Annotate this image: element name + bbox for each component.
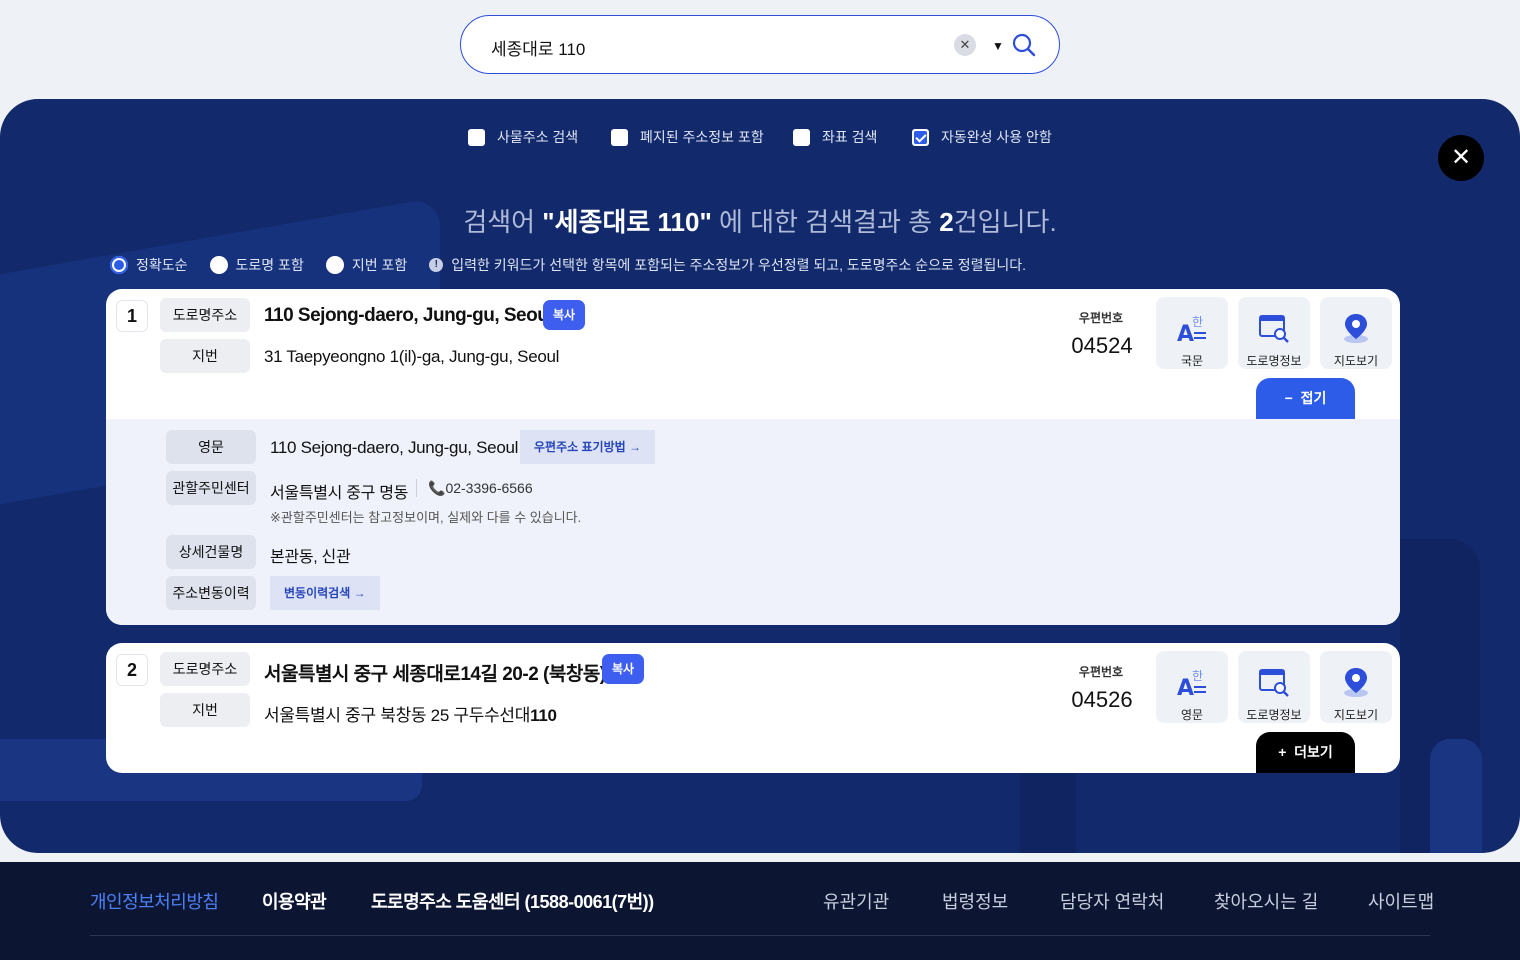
background-decoration bbox=[1430, 739, 1482, 853]
road-address-tag: 도로명주소 bbox=[160, 652, 250, 686]
road-address: 서울특별시 중구 세종대로14길 20-2 (북창동) bbox=[264, 664, 606, 685]
footer: 개인정보처리방침 이용약관 도로명주소 도움센터 (1588-0061(7번))… bbox=[0, 862, 1520, 960]
english-address: 110 Sejong-daero, Jung-gu, Seoul bbox=[270, 438, 519, 457]
road-address: 110 Sejong-daero, Jung-gu, Seoul bbox=[264, 305, 554, 326]
community-center: 서울특별시 중구 명동 bbox=[270, 485, 409, 502]
result-card: 1 도로명주소 110 Sejong-daero, Jung-gu, Seoul… bbox=[106, 289, 1400, 625]
phone-number: 📞02-3396-6566 bbox=[428, 480, 533, 496]
korean-address-button[interactable]: A 한 국문 bbox=[1156, 297, 1228, 369]
road-address-tag: 도로명주소 bbox=[160, 298, 250, 332]
svg-text:한: 한 bbox=[1192, 315, 1203, 329]
result-card: 2 도로명주소 서울특별시 중구 세종대로14길 20-2 (북창동) 복사 지… bbox=[106, 643, 1400, 773]
sort-include-jibun[interactable]: 지번 포함 bbox=[325, 255, 407, 275]
terms-link[interactable]: 이용약관 bbox=[262, 888, 327, 914]
option-include-abolished[interactable]: 폐지된 주소정보 포함 bbox=[611, 127, 764, 147]
related-orgs-link[interactable]: 유관기관 bbox=[823, 888, 889, 914]
sitemap-link[interactable]: 사이트맵 bbox=[1368, 888, 1434, 914]
clear-search-button[interactable]: ✕ bbox=[954, 34, 976, 56]
community-center-tag: 관할주민센터 bbox=[166, 471, 256, 505]
directions-link[interactable]: 찾아오시는 길 bbox=[1214, 888, 1318, 914]
history-tag: 주소변동이력 bbox=[166, 576, 256, 610]
chevron-down-icon[interactable]: ▼ bbox=[992, 39, 1004, 53]
road-info-button[interactable]: 도로명정보 bbox=[1238, 297, 1310, 369]
map-view-button[interactable]: 지도보기 bbox=[1320, 651, 1392, 723]
checkbox[interactable] bbox=[611, 128, 628, 146]
search-box[interactable]: 세종대로 110 ✕ ▼ bbox=[460, 15, 1060, 74]
jibun-address: 서울특별시 중구 북창동 25 구두수선대110 bbox=[264, 706, 557, 725]
info-icon: ! bbox=[429, 258, 444, 272]
sort-options: 정확도순 도로명 포함 지번 포함 ! 입력한 키워드가 선택한 항목에 포함되… bbox=[110, 255, 1026, 275]
option-label: 자동완성 사용 안함 bbox=[941, 129, 1052, 145]
road-info-icon bbox=[1259, 315, 1289, 343]
option-disable-autocomplete[interactable]: 자동완성 사용 안함 bbox=[912, 127, 1052, 147]
help-center-link[interactable]: 도로명주소 도움센터 (1588-0061(7번)) bbox=[371, 888, 654, 914]
english-address-button[interactable]: A 한 영문 bbox=[1156, 651, 1228, 723]
zip-code: 04524 bbox=[1071, 333, 1133, 358]
more-button[interactable]: + 더보기 bbox=[1256, 732, 1355, 773]
map-pin-icon bbox=[1344, 314, 1368, 343]
checkbox[interactable] bbox=[793, 128, 810, 146]
option-label: 폐지된 주소정보 포함 bbox=[640, 129, 764, 145]
result-detail: 영문 110 Sejong-daero, Jung-gu, Seoul 우편주소… bbox=[106, 419, 1400, 625]
road-info-button[interactable]: 도로명정보 bbox=[1238, 651, 1310, 723]
jibun-tag: 지번 bbox=[160, 339, 250, 373]
search-input[interactable]: 세종대로 110 bbox=[491, 35, 585, 60]
sort-include-road[interactable]: 도로명 포함 bbox=[209, 255, 304, 275]
building-name-tag: 상세건물명 bbox=[166, 535, 256, 569]
zip-code: 04526 bbox=[1071, 687, 1133, 712]
result-summary: 검색어 "세종대로 110" 에 대한 검색결과 총 2건입니다. bbox=[463, 207, 1057, 237]
search-area: 세종대로 110 ✕ ▼ bbox=[0, 0, 1520, 92]
language-icon: A 한 bbox=[1177, 669, 1206, 701]
privacy-policy-link[interactable]: 개인정보처리방침 bbox=[90, 888, 219, 914]
english-tag: 영문 bbox=[166, 430, 256, 464]
svg-text:한: 한 bbox=[1192, 669, 1203, 683]
map-view-button[interactable]: 지도보기 bbox=[1320, 297, 1392, 369]
option-building-search[interactable]: 사물주소 검색 bbox=[468, 127, 578, 147]
radio[interactable] bbox=[325, 256, 344, 274]
community-center-note: ※관할주민센터는 참고정보이며, 실제와 다를 수 있습니다. bbox=[270, 510, 582, 525]
postal-format-link[interactable]: 우편주소 표기방법 → bbox=[520, 430, 655, 464]
copy-button[interactable]: 복사 bbox=[543, 300, 585, 330]
close-button[interactable]: ✕ bbox=[1438, 135, 1484, 181]
sort-accuracy[interactable]: 정확도순 bbox=[110, 255, 188, 275]
building-name: 본관동, 신관 bbox=[270, 549, 351, 566]
radio[interactable] bbox=[209, 256, 228, 274]
copy-button[interactable]: 복사 bbox=[602, 654, 644, 684]
radio-selected[interactable] bbox=[110, 256, 128, 274]
footer-divider bbox=[90, 935, 1430, 936]
option-coordinate-search[interactable]: 좌표 검색 bbox=[793, 127, 877, 147]
law-info-link[interactable]: 법령정보 bbox=[942, 888, 1008, 914]
checkbox[interactable] bbox=[468, 128, 485, 146]
divider bbox=[416, 479, 417, 497]
zip-label: 우편번호 bbox=[1078, 311, 1124, 325]
map-pin-icon bbox=[1344, 668, 1368, 697]
road-info-icon bbox=[1259, 669, 1289, 697]
contact-link[interactable]: 담당자 연락처 bbox=[1060, 888, 1164, 914]
fold-button[interactable]: − 접기 bbox=[1256, 378, 1355, 419]
checkbox-checked[interactable] bbox=[912, 128, 929, 146]
jibun-tag: 지번 bbox=[160, 693, 250, 727]
results-panel: 사물주소 검색 폐지된 주소정보 포함 좌표 검색 자동완성 사용 안함 ✕ 검… bbox=[0, 99, 1520, 853]
sort-note: 입력한 키워드가 선택한 항목에 포함되는 주소정보가 우선정렬 되고, 도로명… bbox=[451, 257, 1027, 273]
zip-label: 우편번호 bbox=[1078, 665, 1124, 679]
result-number: 1 bbox=[116, 300, 148, 332]
search-options: 사물주소 검색 폐지된 주소정보 포함 좌표 검색 자동완성 사용 안함 bbox=[0, 127, 1520, 149]
phone-icon: 📞 bbox=[428, 480, 446, 496]
history-search-link[interactable]: 변동이력검색 → bbox=[270, 576, 380, 610]
language-icon: A 한 bbox=[1177, 315, 1206, 347]
option-label: 좌표 검색 bbox=[822, 129, 878, 145]
option-label: 사물주소 검색 bbox=[497, 129, 579, 145]
result-number: 2 bbox=[116, 654, 148, 686]
jibun-address: 31 Taepyeongno 1(il)-ga, Jung-gu, Seoul bbox=[264, 347, 560, 366]
search-icon[interactable] bbox=[1011, 32, 1037, 58]
